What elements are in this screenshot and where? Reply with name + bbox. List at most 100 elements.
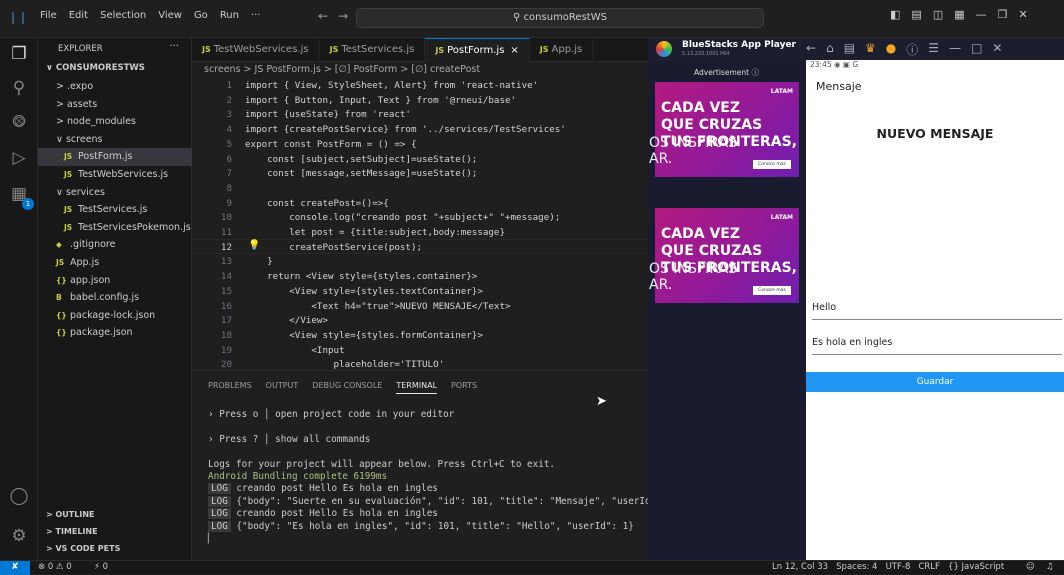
terminal-text: Android Bundling complete 6199ms bbox=[208, 471, 388, 482]
code-line[interactable]: <View style={styles.textContainer}> bbox=[245, 285, 483, 300]
tree-item[interactable]: JS PostForm.js bbox=[38, 148, 192, 166]
close-window-button[interactable]: ✕ bbox=[1019, 8, 1028, 21]
code-line[interactable]: } bbox=[245, 255, 273, 270]
menu-run[interactable]: Run bbox=[220, 10, 239, 21]
maximize-bs-button[interactable]: □ bbox=[971, 41, 982, 58]
tree-item[interactable]: {} package-lock.json bbox=[38, 307, 192, 325]
code-line[interactable]: import {createPostService} from '../serv… bbox=[245, 123, 566, 138]
minimize-bs-button[interactable]: — bbox=[949, 41, 961, 58]
remote-indicator-icon[interactable]: ✘ bbox=[0, 561, 30, 575]
tree-item[interactable]: ∨ services bbox=[38, 184, 192, 202]
ad-cta-button[interactable]: Conoce más bbox=[753, 286, 791, 295]
tree-item[interactable]: JS TestServicesPokemon.js bbox=[38, 219, 192, 237]
code-line[interactable]: import { Button, Input, Text } from '@rn… bbox=[245, 94, 516, 109]
tree-item[interactable]: JS TestServices.js bbox=[38, 201, 192, 219]
home-icon[interactable]: ⌂ bbox=[826, 41, 834, 58]
tab-testwebservices-js[interactable]: JS TestWebServices.js bbox=[192, 38, 320, 62]
menu-view[interactable]: View bbox=[158, 10, 182, 21]
code-line[interactable]: placeholder='TITULO' bbox=[245, 358, 445, 370]
tree-item[interactable]: > node_modules bbox=[38, 113, 192, 131]
restore-button[interactable]: ❐ bbox=[998, 8, 1008, 21]
code-line[interactable]: import {useState} from 'react' bbox=[245, 108, 411, 123]
menu-selection[interactable]: Selection bbox=[100, 10, 146, 21]
search-view-icon[interactable]: ⚲ bbox=[9, 78, 29, 98]
toggle-panel-icon[interactable]: ▤ bbox=[911, 8, 921, 21]
close-bs-button[interactable]: ✕ bbox=[992, 41, 1002, 58]
tree-item[interactable]: JS App.js bbox=[38, 254, 192, 272]
tree-item[interactable]: {} package.json bbox=[38, 324, 192, 342]
explorer-icon[interactable]: ❐ bbox=[9, 44, 29, 64]
outline-section[interactable]: > OUTLINE bbox=[46, 510, 94, 519]
code-line[interactable]: export const PostForm = () => { bbox=[245, 138, 416, 153]
tab-app-js[interactable]: JS App.js bbox=[530, 38, 594, 62]
feedback-icon[interactable]: ☺ bbox=[1026, 561, 1035, 574]
tree-item[interactable]: {} app.json bbox=[38, 272, 192, 290]
code-line[interactable]: <Text h4="true">NUEVO MENSAJE</Text> bbox=[245, 300, 510, 315]
code-line[interactable]: const [subject,setSubject]=useState(); bbox=[245, 153, 477, 168]
line-number: 9 bbox=[226, 197, 232, 209]
code-line[interactable]: console.log("creando post "+subject+" "+… bbox=[245, 211, 560, 226]
recent-apps-icon[interactable]: ▤ bbox=[844, 41, 855, 58]
menu-go[interactable]: Go bbox=[194, 10, 208, 21]
account-icon[interactable]: ◯ bbox=[9, 486, 29, 506]
panel-tab-debug-console[interactable]: DEBUG CONSOLE bbox=[312, 381, 382, 394]
project-folder[interactable]: ∨ CONSUMORESTWS bbox=[38, 60, 192, 78]
notifications-bell-icon[interactable]: ♫ bbox=[1046, 561, 1054, 574]
code-line[interactable]: let post = {title:subject,body:message} bbox=[245, 226, 505, 241]
code-line[interactable]: </View> bbox=[245, 314, 328, 329]
code-line[interactable]: import { View, StyleSheet, Alert} from '… bbox=[245, 79, 538, 94]
tree-item[interactable]: > .expo bbox=[38, 78, 192, 96]
tree-item[interactable]: JS TestWebServices.js bbox=[38, 166, 192, 184]
code-line[interactable]: <Input bbox=[245, 344, 344, 359]
ad-banner-2[interactable]: LATAM CADA VEZ QUE CRUZAS TUS FRONTERAS,… bbox=[649, 208, 799, 303]
tree-item[interactable]: ◆ .gitignore bbox=[38, 236, 192, 254]
menu-file[interactable]: File bbox=[40, 10, 57, 21]
run-debug-icon[interactable]: ▷ bbox=[9, 148, 29, 168]
tab-testservices-js[interactable]: JS TestServices.js bbox=[320, 38, 426, 62]
coin-icon[interactable]: ● bbox=[886, 41, 896, 58]
ad-banner-1[interactable]: LATAM CADA VEZ QUE CRUZAS TUS FRONTERAS,… bbox=[649, 82, 799, 177]
source-control-icon[interactable]: ⨷ bbox=[9, 112, 29, 132]
menu-edit[interactable]: Edit bbox=[69, 10, 88, 21]
tab-postform-js[interactable]: JS PostForm.js × bbox=[425, 38, 530, 62]
save-button[interactable]: Guardar bbox=[806, 372, 1064, 392]
code-line[interactable]: createPostService(post); bbox=[245, 241, 422, 256]
more-actions-icon[interactable]: ··· bbox=[169, 41, 179, 52]
code-line[interactable]: const createPost=()=>{ bbox=[245, 197, 389, 212]
timeline-section[interactable]: > TIMELINE bbox=[46, 527, 98, 536]
toggle-sidebar-icon[interactable]: ◧ bbox=[890, 8, 900, 21]
panel-tab-terminal[interactable]: TERMINAL bbox=[396, 381, 438, 394]
layout-icon[interactable]: ▦ bbox=[954, 8, 964, 21]
vscode-pets-section[interactable]: > VS CODE PETS bbox=[46, 544, 120, 553]
nav-arrows[interactable]: ←→ bbox=[318, 9, 358, 23]
panel-tab-ports[interactable]: PORTS bbox=[451, 381, 477, 394]
ad-cta-button[interactable]: Conoce más bbox=[753, 160, 791, 169]
menu-more[interactable]: ··· bbox=[251, 10, 261, 21]
command-center-search[interactable]: ⚲ consumoRestWS bbox=[356, 8, 764, 28]
code-line[interactable]: <View style={styles.formContainer}> bbox=[245, 329, 483, 344]
minimize-button[interactable]: — bbox=[976, 8, 987, 21]
subject-input[interactable]: Hello bbox=[812, 302, 1062, 320]
toggle-secondary-sidebar-icon[interactable]: ◫ bbox=[933, 8, 943, 21]
code-line[interactable]: const [message,setMessage]=useState(); bbox=[245, 167, 477, 182]
problems-count[interactable]: ⊗ 0 ⚠ 0 bbox=[38, 561, 72, 574]
menu-icon[interactable]: ☰ bbox=[928, 41, 939, 58]
close-tab-icon[interactable]: × bbox=[510, 45, 518, 56]
crown-icon[interactable]: ♛ bbox=[865, 41, 876, 58]
message-input[interactable]: Es hola en ingles bbox=[812, 337, 1062, 355]
back-icon[interactable]: ← bbox=[806, 41, 816, 58]
breadcrumb[interactable]: screens > JS PostForm.js > [∅] PostForm … bbox=[204, 62, 480, 78]
panel-tab-problems[interactable]: PROBLEMS bbox=[208, 381, 252, 394]
panel-tab-output[interactable]: OUTPUT bbox=[266, 381, 299, 394]
editor-status[interactable]: Ln 12, Col 33 Spaces: 4 UTF-8 CRLF {} Ja… bbox=[772, 561, 1004, 574]
code-editor[interactable]: 💡 1 import { View, StyleSheet, Alert} fro… bbox=[192, 78, 648, 370]
tree-item[interactable]: ∨ screens bbox=[38, 131, 192, 149]
tree-item[interactable]: Bbabel.config.js bbox=[38, 289, 192, 307]
settings-gear-icon[interactable]: ⚙ bbox=[9, 526, 29, 546]
help-icon[interactable]: ⓘ bbox=[906, 41, 918, 58]
ports-count[interactable]: ⚡ 0 bbox=[94, 561, 108, 574]
code-line[interactable]: return <View style={styles.container}> bbox=[245, 270, 477, 285]
back-arrow-icon[interactable]: ← bbox=[318, 9, 338, 23]
tree-item[interactable]: > assets bbox=[38, 96, 192, 114]
terminal-cursor[interactable]: ▏ bbox=[208, 533, 214, 545]
